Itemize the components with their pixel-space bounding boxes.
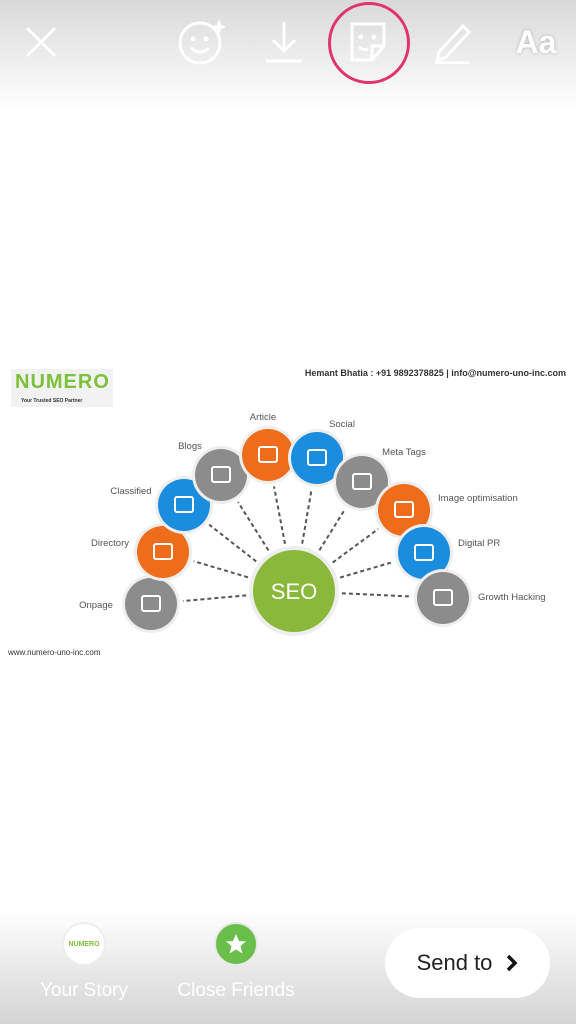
growth-chart-icon [417, 572, 469, 624]
connector-line [273, 486, 286, 545]
node-label: Blogs [178, 441, 202, 452]
seo-node [414, 569, 472, 627]
node-label: Digital PR [458, 538, 500, 549]
connector-line [182, 594, 247, 603]
connector-line [341, 592, 412, 598]
node-label: Growth Hacking [478, 592, 546, 603]
connector-line [301, 489, 313, 544]
connector-line [339, 561, 394, 579]
node-label: Meta Tags [382, 447, 426, 458]
connector-line [237, 501, 270, 551]
avatar: NUMERO [62, 922, 106, 966]
monitor-tools-icon [125, 578, 177, 630]
send-to-button[interactable]: Send to [385, 928, 550, 998]
connector-line [208, 523, 257, 563]
node-label: Classified [110, 486, 151, 497]
close-friends-label: Close Friends [177, 980, 295, 1001]
your-story-label: Your Story [40, 980, 129, 1001]
connector-line [318, 508, 346, 551]
seo-node [122, 575, 180, 633]
node-label: Social [329, 419, 355, 430]
connector-line [193, 560, 249, 579]
node-label: Onpage [79, 600, 113, 611]
send-to-label: Send to [416, 950, 493, 975]
node-label: Image optimisation [438, 493, 518, 504]
seo-center-label: SEO [271, 579, 317, 604]
node-label: Directory [91, 538, 129, 549]
connector-line [332, 528, 379, 564]
close-friends-button[interactable]: Close Friends [176, 922, 296, 1002]
star-icon [226, 934, 246, 954]
seo-diagram: Onpage Directory Classified Blogs Article Soc… [79, 412, 546, 636]
close-friends-avatar [214, 922, 258, 966]
document-pen-icon [242, 429, 294, 481]
chevron-right-icon [507, 954, 518, 972]
node-label: Article [250, 412, 276, 423]
your-story-button[interactable]: NUMERO Your Story [40, 922, 128, 1002]
